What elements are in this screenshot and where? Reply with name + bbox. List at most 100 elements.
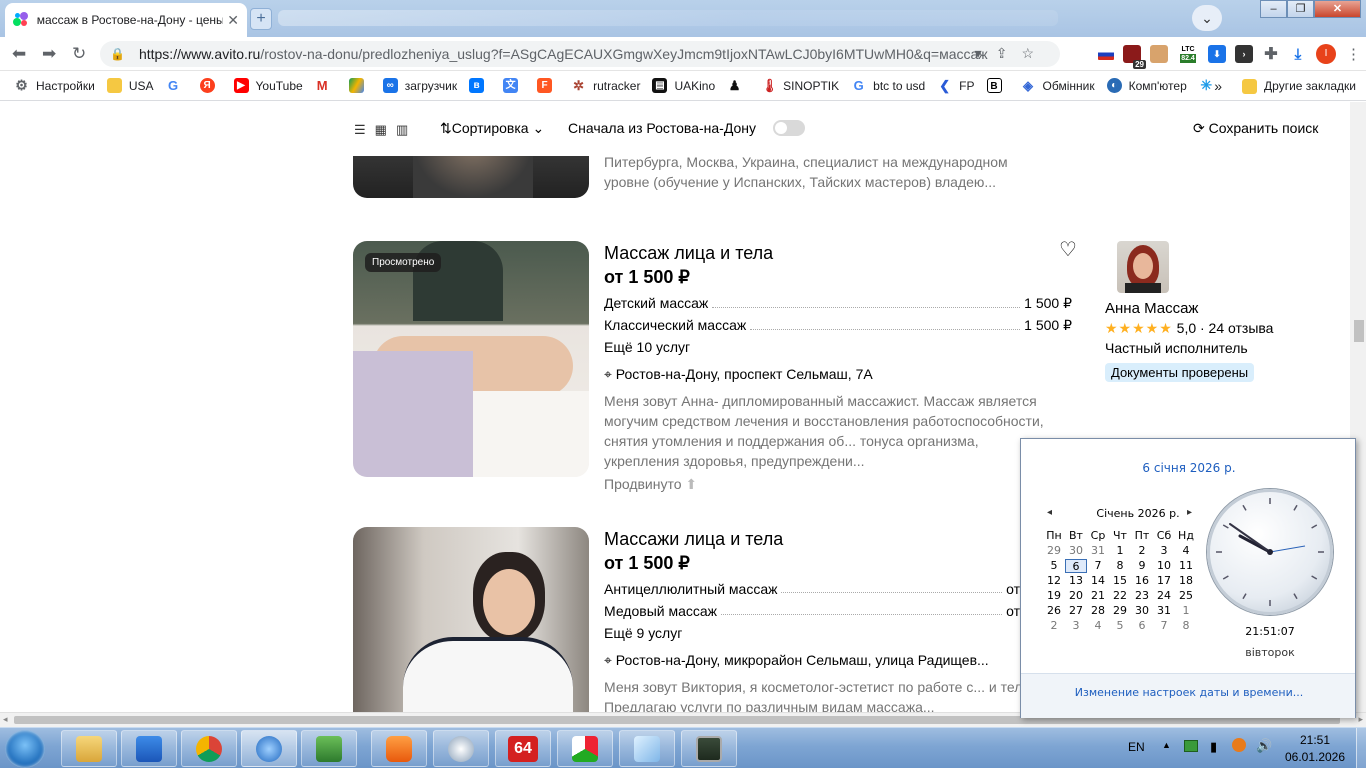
listing1-photo[interactable]: Просмотрено [353,241,589,477]
calendar-day[interactable]: 21 [1087,589,1109,603]
taskbar-aida64[interactable]: 64 [495,730,551,767]
calendar-day[interactable]: 8 [1175,619,1197,633]
taskbar-explorer[interactable] [61,730,117,767]
bookmark-downloader[interactable]: ∞ загрузчик [382,78,457,93]
url-text[interactable]: https://www.avito.ru/rostov-na-donu/pred… [139,46,988,62]
sort-dropdown[interactable]: ⇅Сортировка ⌄ [440,120,544,137]
tab-close-icon[interactable]: ✕ [227,12,239,29]
bookmark-drive[interactable] [348,78,371,93]
calendar-day[interactable]: 11 [1175,559,1197,573]
list-view-icon[interactable]: ☰ [354,122,366,138]
taskbar-app-flag[interactable] [557,730,613,767]
listing2-photo[interactable] [353,527,589,712]
calendar-day[interactable]: 3 [1065,619,1087,633]
bookmark-bottle[interactable]: ♟ [727,78,749,93]
bookmark-exchanger[interactable]: ◈ Обмінник [1021,78,1095,93]
bookmark-translate[interactable]: 文 [503,78,525,93]
seller-avatar[interactable] [1117,241,1169,293]
puzzle-icon[interactable]: ✚ [1262,45,1280,63]
grid-view-icon[interactable]: ▦ [375,122,387,138]
calendar-day[interactable]: 28 [1087,604,1109,618]
calendar-day[interactable]: 31 [1153,604,1175,618]
calendar-day[interactable]: 7 [1087,559,1109,573]
minimize-button[interactable]: – [1260,0,1287,18]
bookmark-youtube[interactable]: ▶ YouTube [233,78,303,93]
calendar-day[interactable]: 31 [1087,544,1109,558]
dropdown-icon[interactable]: ▾ [975,45,996,61]
share-icon[interactable]: ⇪ [996,45,1022,61]
seller-rating[interactable]: ★★★★★ 5,0 · 24 отзыва [1105,320,1273,337]
calendar-day[interactable]: 30 [1065,544,1087,558]
profile-avatar[interactable]: I [1316,44,1336,64]
scroll-left-icon[interactable]: ◂ [3,714,8,725]
bookmarks-more-button[interactable]: » [1214,78,1222,94]
tab-search-button[interactable]: ⌄ [1192,5,1222,31]
calendar-full-date[interactable]: 6 січня 2026 р. [1021,461,1357,475]
ltc-price-icon[interactable]: LTC 82.4 [1177,45,1199,63]
bookmark-computer[interactable]: ◐ Комп'ютер [1106,78,1187,93]
menu-icon[interactable]: ⋮ [1346,45,1361,63]
maximize-button[interactable]: ❐ [1287,0,1314,18]
calendar-day[interactable]: 23 [1131,589,1153,603]
date-time-settings-link[interactable]: Изменение настроек даты и времени... [1021,686,1357,699]
listing1-title[interactable]: Массаж лица и тела [604,243,773,264]
background-tabs[interactable] [278,10,1058,26]
bookmark-btc[interactable]: Gbtc to usd [851,78,926,93]
calendar-day[interactable]: 4 [1175,544,1197,558]
ru-flag-icon[interactable] [1098,48,1114,60]
favorite-heart-icon[interactable]: ♡ [1059,237,1077,262]
calendar-day[interactable]: 1 [1175,604,1197,618]
new-tab-button[interactable]: + [250,8,272,30]
bookmark-usa[interactable]: USA [106,78,154,93]
bookmark-sinoptik[interactable]: 🌡 SINOPTIK [761,78,839,93]
active-tab[interactable]: массаж в Ростове-на-Дону - цены ✕ [5,3,247,37]
taskbar-wise[interactable] [121,730,177,767]
calendar-day[interactable]: 15 [1109,574,1131,588]
calendar-day[interactable]: 12 [1043,574,1065,588]
taskbar-monitor[interactable] [681,730,737,767]
calendar-day[interactable]: 16 [1131,574,1153,588]
download-extension-icon[interactable]: ⬇ [1208,45,1226,63]
next-month-icon[interactable]: ▸ [1187,507,1192,518]
calendar-day[interactable]: 6 [1131,619,1153,633]
bookmark-rutracker[interactable]: ✲ rutracker [571,78,640,93]
calendar-day[interactable]: 27 [1065,604,1087,618]
listing2-more-services[interactable]: Ещё 9 услуг [604,625,682,641]
bookmark-uakino[interactable]: ▤ UAKino [652,78,715,93]
listing2-title[interactable]: Массажи лица и тела [604,529,783,550]
tray-expand-icon[interactable]: ▲ [1162,740,1171,750]
taskbar-network[interactable] [241,730,297,767]
network-icon[interactable]: ▮ [1210,739,1217,755]
tray-app-icon[interactable] [1232,738,1246,752]
reload-icon[interactable]: ↻ [72,44,86,64]
calendar-day[interactable]: 22 [1109,589,1131,603]
calendar-day[interactable]: 20 [1065,589,1087,603]
calendar-day[interactable]: 8 [1109,559,1131,573]
seller-name[interactable]: Анна Массаж [1105,300,1198,317]
show-desktop-button[interactable] [1356,728,1366,768]
calendar-day[interactable]: 25 [1175,589,1197,603]
address-bar[interactable]: 🔒 https://www.avito.ru/rostov-na-donu/pr… [100,41,1060,67]
bookmark-star-icon[interactable]: ☆ [1021,45,1048,61]
save-search-button[interactable]: ⟳ Сохранить поиск [1193,120,1318,137]
bookmark-vk[interactable]: в [469,78,491,93]
calendar-day[interactable]: 24 [1153,589,1175,603]
bookmark-google[interactable]: G [166,78,188,93]
calendar-month[interactable]: Січень 2026 р. [1083,507,1193,520]
taskbar-media[interactable] [371,730,427,767]
calendar-day[interactable]: 7 [1153,619,1175,633]
calendar-day[interactable]: 4 [1087,619,1109,633]
taskbar-clock-app[interactable] [433,730,489,767]
start-button[interactable] [5,730,45,768]
terminal-extension-icon[interactable]: › [1235,45,1253,63]
bookmark-f[interactable]: F [537,78,559,93]
back-arrow-icon[interactable]: ⬅ [12,44,26,64]
taskbar-chrome[interactable] [181,730,237,767]
map-view-icon[interactable]: ▥ [396,122,408,138]
calendar-day[interactable]: 19 [1043,589,1065,603]
calendar-day[interactable]: 6 [1065,559,1087,573]
bookmark-settings[interactable]: ⚙ Настройки [14,78,95,93]
tray-battery-icon[interactable] [1184,740,1198,752]
calendar-day[interactable]: 13 [1065,574,1087,588]
calendar-day[interactable]: 29 [1043,544,1065,558]
